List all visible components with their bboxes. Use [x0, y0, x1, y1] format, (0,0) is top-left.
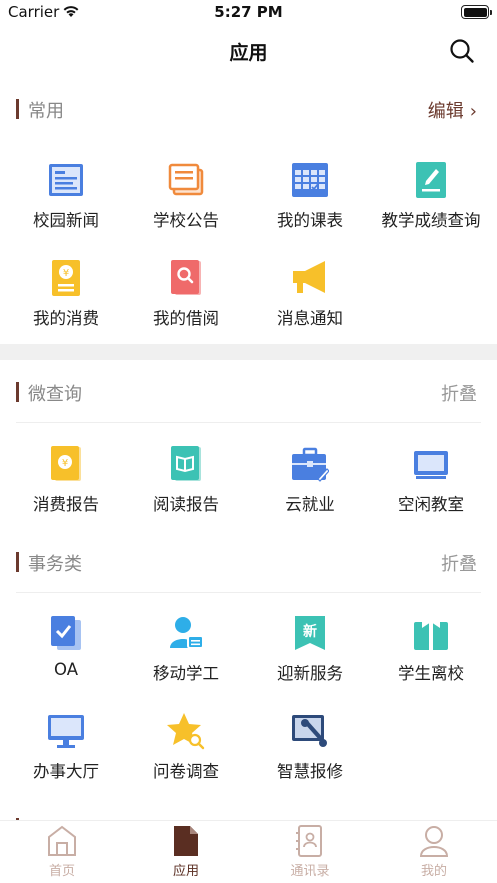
tab-label: 通讯录 — [290, 864, 330, 879]
document-icon — [174, 826, 198, 856]
tab-label: 首页 — [48, 864, 75, 879]
app-grade-query[interactable]: 教学成绩查询 — [369, 161, 493, 257]
megaphone-icon — [293, 261, 325, 293]
app-label: 移动学工 — [153, 664, 219, 683]
app-label: 空闲教室 — [398, 495, 464, 514]
tab-label: 应用 — [172, 864, 199, 879]
app-label: OA — [54, 660, 78, 679]
app-my-consumption[interactable]: ¥ 我的消费 — [4, 259, 128, 355]
section-separator — [0, 344, 497, 360]
app-survey[interactable]: 问卷调查 — [124, 712, 248, 808]
svg-text:¥: ¥ — [63, 268, 69, 279]
svg-text:新: 新 — [303, 623, 317, 640]
app-campus-news[interactable]: 校园新闻 — [4, 161, 128, 257]
tab-apps[interactable]: 应用 — [124, 825, 248, 881]
briefcase-icon — [292, 447, 329, 482]
collapse-button[interactable]: 折叠 — [441, 380, 477, 406]
app-freshman-service[interactable]: 新 迎新服务 — [248, 614, 372, 710]
svg-text:¥: ¥ — [62, 458, 68, 469]
app-oa[interactable]: OA — [4, 614, 128, 710]
section-header-query: 微查询 折叠 — [0, 372, 497, 412]
grade-edit-icon — [416, 162, 446, 198]
app-label: 消费报告 — [33, 495, 99, 514]
app-my-borrowing[interactable]: 我的借阅 — [124, 259, 248, 355]
section-header-affairs: 事务类 折叠 — [0, 542, 497, 582]
app-label: 问卷调查 — [153, 762, 219, 781]
status-bar: Carrier 5:27 PM — [0, 0, 497, 26]
app-smart-repair[interactable]: 智慧报修 — [248, 712, 372, 808]
app-cloud-employment[interactable]: 云就业 — [248, 445, 372, 541]
app-consumption-report[interactable]: ¥ 消费报告 — [4, 445, 128, 541]
navigation-bar: 应用 — [0, 26, 497, 76]
tab-profile[interactable]: 我的 — [372, 825, 496, 881]
search-icon[interactable] — [449, 38, 475, 64]
tab-bar: 首页 应用 通讯录 我的 — [0, 820, 497, 883]
book-search-icon — [171, 260, 201, 295]
tab-contacts[interactable]: 通讯录 — [248, 825, 372, 881]
section-marker — [16, 99, 19, 119]
tab-label: 我的 — [420, 864, 447, 879]
app-student-leaving[interactable]: 学生离校 — [369, 614, 493, 710]
app-label: 我的消费 — [33, 309, 99, 328]
app-label: 教学成绩查询 — [381, 211, 481, 230]
app-label: 云就业 — [285, 495, 335, 514]
page-title: 应用 — [229, 42, 268, 64]
collapse-button[interactable]: 折叠 — [441, 550, 477, 576]
app-label: 迎新服务 — [277, 664, 343, 683]
yen-book-icon: ¥ — [52, 260, 80, 296]
section-title: 微查询 — [28, 384, 82, 405]
edit-label: 编辑 — [427, 101, 464, 122]
app-label: 智慧报修 — [277, 762, 343, 781]
section-title: 事务类 — [28, 554, 82, 575]
section-title: 常用 — [28, 101, 64, 122]
app-messages[interactable]: 消息通知 — [248, 259, 372, 355]
section-marker — [16, 552, 19, 572]
new-badge-icon: 新 — [295, 616, 325, 650]
blackboard-icon — [414, 451, 448, 479]
user-icon — [419, 826, 449, 857]
app-label: 我的课表 — [277, 211, 343, 230]
monitor-icon — [48, 715, 84, 748]
app-school-notice[interactable]: 学校公告 — [124, 161, 248, 257]
yen-report-icon: ¥ — [51, 446, 81, 481]
user-card-icon — [170, 617, 204, 649]
repair-wrench-icon — [292, 715, 327, 747]
app-label: 办事大厅 — [33, 762, 99, 781]
app-free-classroom[interactable]: 空闲教室 — [369, 445, 493, 541]
app-my-schedule[interactable]: 我的课表 — [248, 161, 372, 257]
app-service-hall[interactable]: 办事大厅 — [4, 712, 128, 808]
open-book-icon — [171, 446, 201, 481]
leave-gift-icon — [414, 616, 448, 650]
notice-icon — [168, 163, 204, 196]
app-label: 学校公告 — [153, 211, 219, 230]
section-header-common: 常用 编辑 › — [0, 89, 497, 129]
oa-check-icon — [51, 616, 81, 650]
app-label: 消息通知 — [277, 309, 343, 328]
battery-icon — [461, 5, 492, 19]
newspaper-icon — [49, 164, 83, 196]
app-reading-report[interactable]: 阅读报告 — [124, 445, 248, 541]
tab-home[interactable]: 首页 — [0, 825, 124, 881]
calendar-icon — [292, 163, 328, 197]
star-search-icon — [167, 713, 205, 750]
divider — [16, 592, 481, 593]
divider — [16, 422, 481, 423]
app-label: 校园新闻 — [33, 211, 99, 230]
section-marker — [16, 382, 19, 402]
chevron-right-icon: › — [469, 101, 477, 122]
edit-button[interactable]: 编辑 › — [428, 97, 477, 123]
app-mobile-student-affairs[interactable]: 移动学工 — [124, 614, 248, 710]
home-icon — [48, 825, 76, 856]
app-label: 我的借阅 — [153, 309, 219, 328]
clock: 5:27 PM — [214, 3, 283, 21]
app-label: 学生离校 — [398, 664, 464, 683]
app-label: 阅读报告 — [153, 495, 219, 514]
address-book-icon — [296, 825, 322, 857]
